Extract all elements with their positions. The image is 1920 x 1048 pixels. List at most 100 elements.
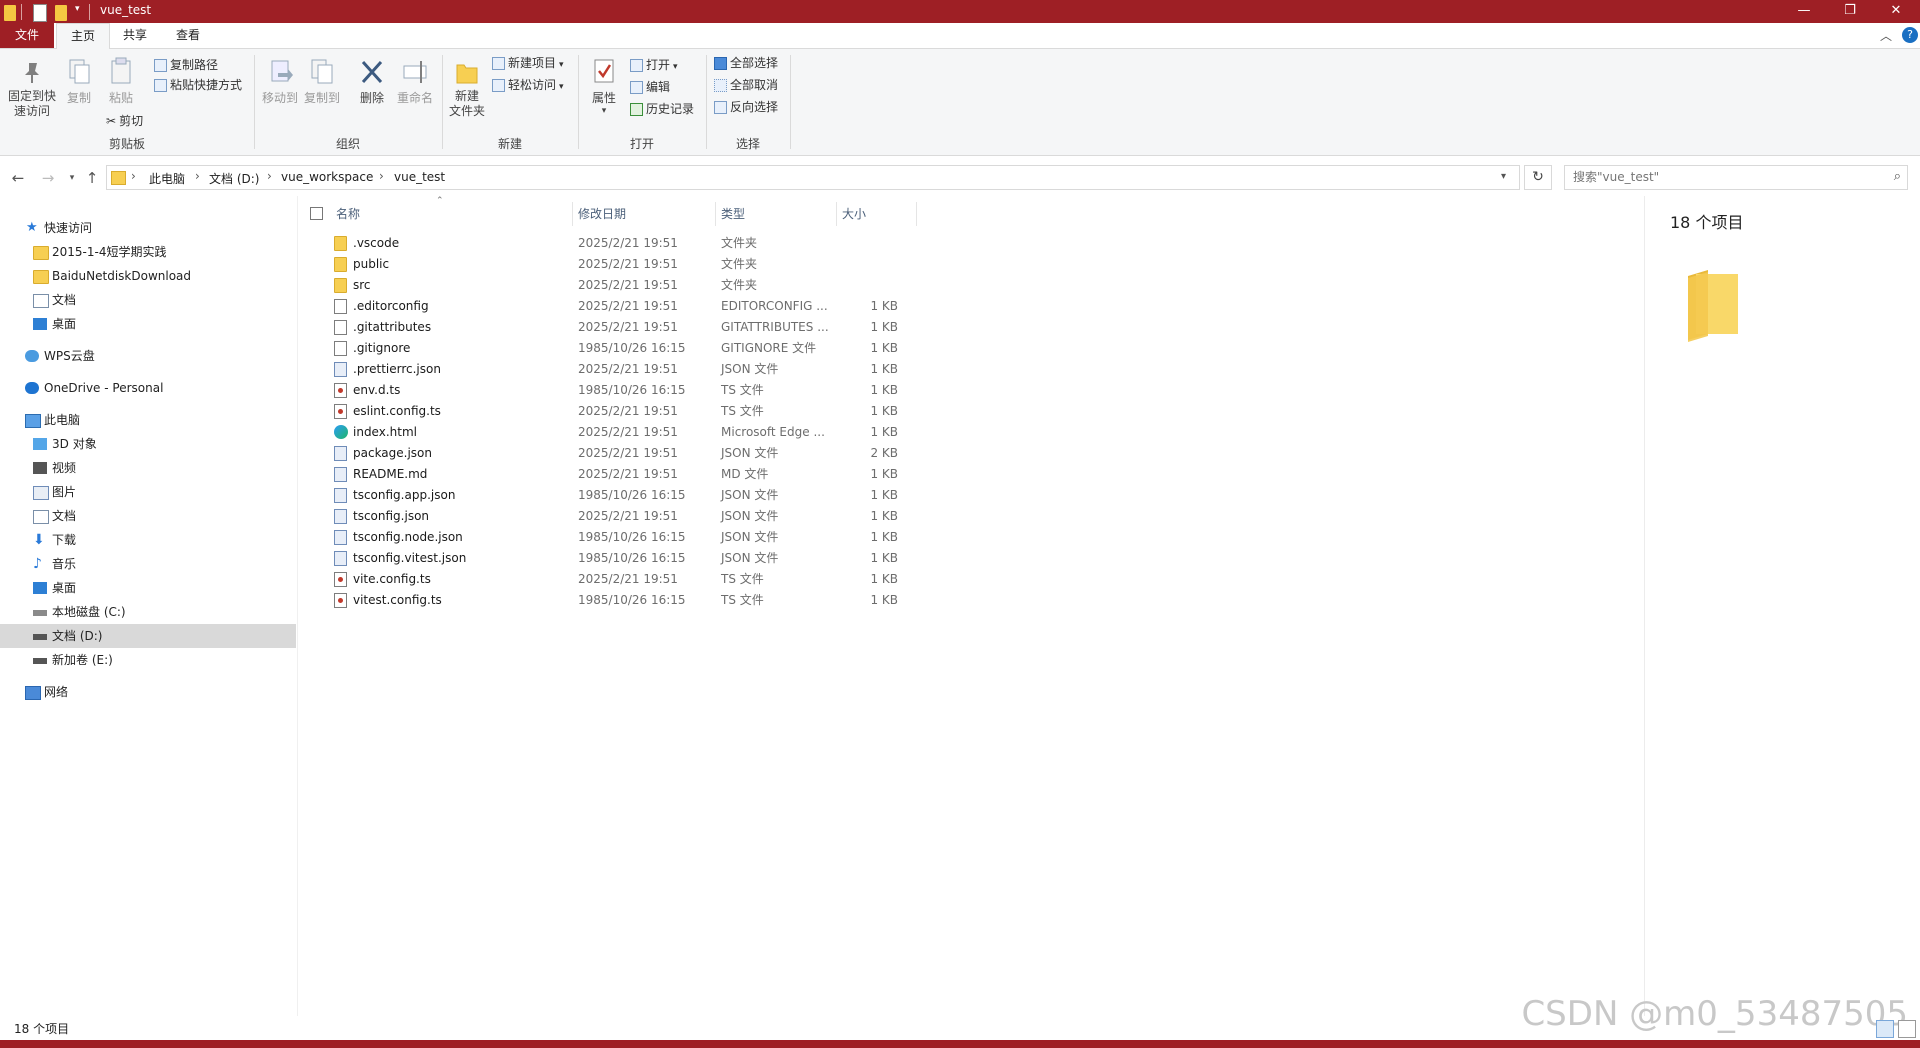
file-row[interactable]: env.d.ts 1985/10/26 16:15 TS 文件 1 KB: [310, 380, 916, 401]
window-title: vue_test: [100, 3, 152, 17]
paste-shortcut-button[interactable]: 粘贴快捷方式: [154, 75, 242, 95]
collapse-ribbon-chevron-icon[interactable]: ︿: [1880, 27, 1892, 44]
nav-pc-item[interactable]: 桌面: [0, 576, 296, 600]
nav-pc-item-selected[interactable]: 文档 (D:): [0, 624, 296, 648]
tab-share[interactable]: 共享: [112, 23, 158, 48]
back-arrow-icon[interactable]: ←: [8, 168, 28, 188]
column-separator[interactable]: [572, 202, 573, 226]
nav-quick-item[interactable]: 桌面: [0, 312, 296, 336]
nav-quick-item[interactable]: BaiduNetdiskDownload: [0, 264, 296, 288]
recent-locations-chevron-icon[interactable]: ▾: [62, 168, 82, 188]
nav-onedrive[interactable]: OneDrive - Personal: [0, 376, 296, 400]
chevron-right-icon[interactable]: ›: [379, 169, 384, 183]
column-separator[interactable]: [715, 202, 716, 226]
open-button[interactable]: 打开 ▾: [630, 55, 678, 75]
column-header-size[interactable]: 大小: [842, 198, 914, 230]
help-icon[interactable]: ?: [1902, 27, 1918, 43]
forward-arrow-icon[interactable]: →: [38, 168, 58, 188]
file-row[interactable]: .editorconfig 2025/2/21 19:51 EDITORCONFIG…: [310, 296, 916, 317]
delete-button[interactable]: 删除: [352, 57, 392, 106]
chevron-right-icon[interactable]: ›: [131, 169, 136, 183]
search-icon[interactable]: ⌕: [1894, 169, 1901, 184]
file-row[interactable]: tsconfig.json 2025/2/21 19:51 JSON 文件 1 KB: [310, 506, 916, 527]
nav-quick-item[interactable]: 文档: [0, 288, 296, 312]
large-icons-view-icon[interactable]: [1898, 1020, 1916, 1038]
column-header-type[interactable]: 类型: [721, 198, 833, 230]
nav-this-pc[interactable]: 此电脑: [0, 408, 296, 432]
tab-file[interactable]: 文件: [0, 23, 54, 48]
search-box[interactable]: ⌕: [1564, 165, 1908, 190]
history-button[interactable]: 历史记录: [630, 99, 694, 119]
nav-quick-item[interactable]: 2015-1-4短学期实践: [0, 240, 296, 264]
move-to-button[interactable]: 移动到: [260, 57, 300, 106]
select-all-checkbox[interactable]: [310, 207, 323, 220]
file-row[interactable]: index.html 2025/2/21 19:51 Microsoft Edge …: [310, 422, 916, 443]
easy-access-button[interactable]: 轻松访问 ▾: [492, 75, 564, 95]
new-item-button[interactable]: 新建项目 ▾: [492, 53, 564, 73]
nav-pc-item[interactable]: 3D 对象: [0, 432, 296, 456]
cut-button[interactable]: ✂ 剪切: [106, 111, 143, 131]
column-header-date[interactable]: 修改日期: [578, 198, 714, 230]
refresh-button[interactable]: ↻: [1524, 165, 1552, 190]
breadcrumb-drive-d[interactable]: 文档 (D:): [209, 170, 259, 187]
tab-view[interactable]: 查看: [162, 23, 214, 48]
chevron-right-icon[interactable]: ›: [267, 169, 272, 183]
new-folder-button[interactable]: 新建 文件夹: [446, 57, 488, 119]
column-separator[interactable]: [916, 202, 917, 226]
tab-home[interactable]: 主页: [56, 23, 110, 49]
breadcrumb-vue-workspace[interactable]: vue_workspace: [281, 170, 373, 184]
file-row[interactable]: .gitignore 1985/10/26 16:15 GITIGNORE 文件 1 …: [310, 338, 916, 359]
breadcrumb-vue-test[interactable]: vue_test: [394, 170, 445, 184]
close-button[interactable]: ✕: [1873, 0, 1919, 23]
nav-pc-item[interactable]: 本地磁盘 (C:): [0, 600, 296, 624]
customize-toolbar-chevron-icon[interactable]: ▾: [75, 4, 80, 20]
file-row[interactable]: vite.config.ts 2025/2/21 19:51 TS 文件 1 KB: [310, 569, 916, 590]
nav-pc-item[interactable]: ♪ 音乐: [0, 552, 296, 576]
file-row[interactable]: tsconfig.vitest.json 1985/10/26 16:15 JSON…: [310, 548, 916, 569]
nav-wps-cloud[interactable]: WPS云盘: [0, 344, 296, 368]
details-view-icon[interactable]: [1876, 1020, 1894, 1038]
address-history-chevron-icon[interactable]: ▾: [1501, 171, 1506, 182]
minimize-button[interactable]: —: [1781, 0, 1827, 23]
select-none-button[interactable]: 全部取消: [714, 75, 778, 95]
address-bar[interactable]: › 此电脑 › 文档 (D:) › vue_workspace › vue_te…: [106, 165, 1520, 190]
properties-button[interactable]: 属性 ▾: [584, 57, 624, 116]
nav-pc-item[interactable]: 文档: [0, 504, 296, 528]
file-row[interactable]: README.md 2025/2/21 19:51 MD 文件 1 KB: [310, 464, 916, 485]
properties-quick-icon[interactable]: [33, 4, 47, 22]
file-row[interactable]: .gitattributes 2025/2/21 19:51 GITATTRIBUT…: [310, 317, 916, 338]
nav-pc-item[interactable]: 视频: [0, 456, 296, 480]
nav-pc-item[interactable]: 新加卷 (E:): [0, 648, 296, 672]
rename-button[interactable]: 重命名: [394, 57, 436, 106]
nav-quick-access[interactable]: ★ 快速访问: [0, 216, 296, 240]
pin-to-quick-access-button[interactable]: 固定到快 速访问: [6, 57, 58, 119]
pane-splitter[interactable]: [297, 196, 298, 1016]
nav-network[interactable]: 网络: [0, 680, 296, 704]
search-input[interactable]: [1573, 170, 1873, 184]
file-row[interactable]: .vscode 2025/2/21 19:51 文件夹: [310, 233, 916, 254]
copy-to-button[interactable]: 复制到: [302, 57, 342, 106]
nav-pc-item[interactable]: 图片: [0, 480, 296, 504]
new-folder-quick-icon[interactable]: [55, 5, 67, 21]
file-row[interactable]: vitest.config.ts 1985/10/26 16:15 TS 文件 1 K…: [310, 590, 916, 611]
file-row[interactable]: tsconfig.node.json 1985/10/26 16:15 JSON 文…: [310, 527, 916, 548]
maximize-button[interactable]: ❐: [1827, 0, 1873, 23]
file-row[interactable]: .prettierrc.json 2025/2/21 19:51 JSON 文件 1 …: [310, 359, 916, 380]
copy-button[interactable]: 复制: [62, 57, 96, 106]
nav-pc-item[interactable]: ⬇ 下载: [0, 528, 296, 552]
column-header-name[interactable]: 名称: [336, 198, 568, 230]
file-row[interactable]: public 2025/2/21 19:51 文件夹: [310, 254, 916, 275]
copy-path-button[interactable]: 复制路径: [154, 55, 218, 75]
breadcrumb-this-pc[interactable]: 此电脑: [149, 170, 185, 187]
chevron-right-icon[interactable]: ›: [195, 169, 200, 183]
file-row[interactable]: src 2025/2/21 19:51 文件夹: [310, 275, 916, 296]
file-row[interactable]: package.json 2025/2/21 19:51 JSON 文件 2 KB: [310, 443, 916, 464]
column-separator[interactable]: [836, 202, 837, 226]
file-row[interactable]: tsconfig.app.json 1985/10/26 16:15 JSON 文件…: [310, 485, 916, 506]
edit-button[interactable]: 编辑: [630, 77, 670, 97]
up-arrow-icon[interactable]: ↑: [82, 168, 102, 188]
select-all-button[interactable]: 全部选择: [714, 53, 778, 73]
invert-selection-button[interactable]: 反向选择: [714, 97, 778, 117]
paste-button[interactable]: 粘贴: [104, 57, 138, 106]
file-row[interactable]: eslint.config.ts 2025/2/21 19:51 TS 文件 1 KB: [310, 401, 916, 422]
